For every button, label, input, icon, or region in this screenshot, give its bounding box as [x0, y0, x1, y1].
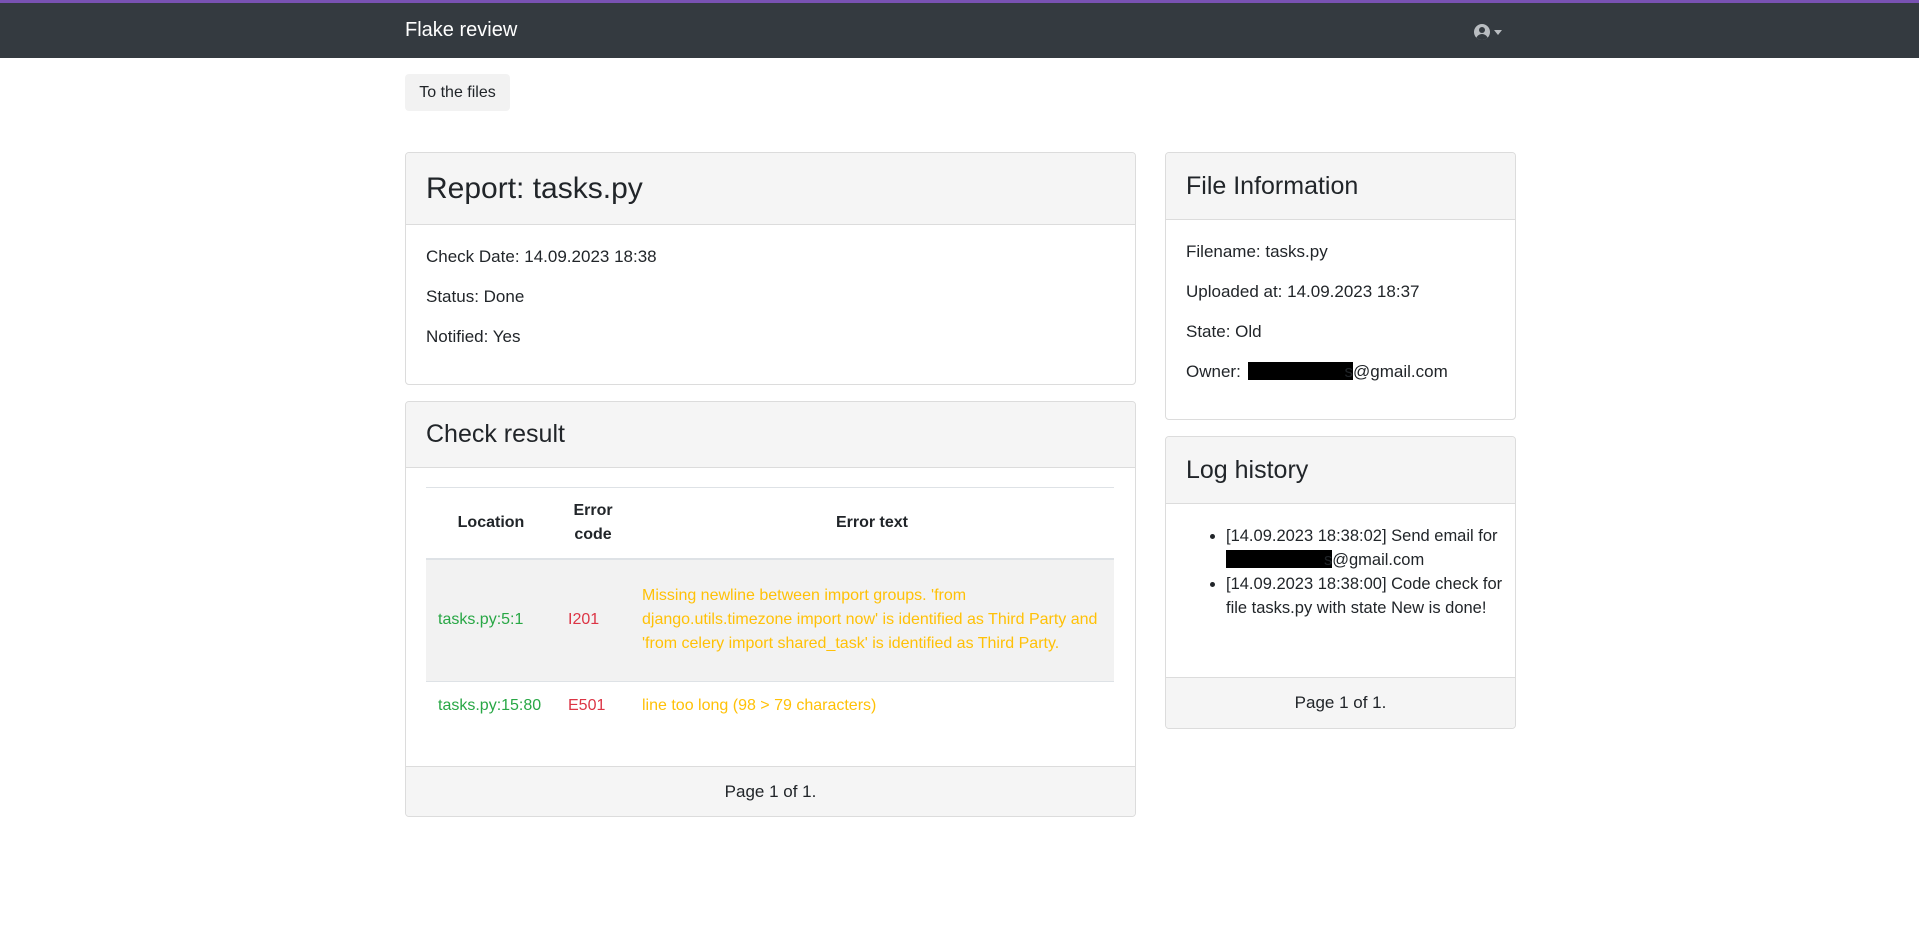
table-header-row: Location Error code Error text [426, 487, 1114, 560]
redacted-email-block [1226, 550, 1332, 568]
report-card-header: Report: tasks.py [406, 153, 1135, 225]
results-table: Location Error code Error text tasks.py:… [426, 487, 1114, 730]
owner-text: Owner: s@gmail.com [1186, 362, 1448, 382]
column-header-location: Location [426, 487, 556, 560]
check-result-card: Check result Location Error code Error t… [405, 401, 1136, 817]
status-text: Status: Done [426, 287, 525, 306]
file-info-card: File Information Filename: tasks.py Uplo… [1165, 152, 1516, 420]
error-code-cell: E501 [556, 680, 630, 730]
location-cell: tasks.py:5:1 [426, 558, 556, 681]
list-item: [14.09.2023 18:38:00] Code check for fil… [1226, 572, 1515, 620]
notified-text: Notified: Yes [426, 327, 521, 346]
column-header-error-code: Error code [556, 487, 630, 560]
log-history-pagination: Page 1 of 1. [1166, 677, 1515, 728]
log-history-card: Log history [14.09.2023 18:38:02] Send e… [1165, 436, 1516, 729]
user-circle-icon [1474, 24, 1490, 40]
user-menu-toggle[interactable] [1474, 22, 1510, 42]
log-history-header: Log history [1166, 437, 1515, 504]
file-info-title: File Information [1186, 171, 1359, 200]
brand-link[interactable]: Flake review [405, 19, 517, 42]
check-result-header: Check result [406, 402, 1135, 468]
owner-email-suffix: s@gmail.com [1344, 362, 1448, 381]
report-title: Report: tasks.py [426, 171, 643, 205]
filename-text: Filename: tasks.py [1186, 242, 1328, 261]
check-result-title: Check result [426, 420, 565, 448]
state-text: State: Old [1186, 322, 1262, 341]
column-header-error-text: Error text [630, 487, 1114, 560]
error-code-cell: I201 [556, 558, 630, 681]
table-row: tasks.py:15:80 E501 line too long (98 > … [426, 680, 1114, 730]
check-result-pagination: Page 1 of 1. [406, 766, 1135, 816]
check-date: Check Date: 14.09.2023 18:38 [426, 247, 657, 266]
uploaded-at-text: Uploaded at: 14.09.2023 18:37 [1186, 282, 1420, 301]
error-text-cell: Missing newline between import groups. '… [630, 558, 1114, 681]
log-entries: [14.09.2023 18:38:02] Send email for s@g… [1186, 524, 1515, 620]
list-item: [14.09.2023 18:38:02] Send email for s@g… [1226, 524, 1515, 572]
log-history-title: Log history [1186, 455, 1309, 484]
table-row: tasks.py:5:1 I201 Missing newline betwee… [426, 558, 1114, 681]
redacted-email-block [1247, 362, 1353, 380]
location-cell: tasks.py:15:80 [426, 680, 556, 730]
error-text-cell: line too long (98 > 79 characters) [630, 680, 1114, 730]
owner-label: Owner: [1186, 362, 1241, 381]
top-navbar: Flake review [0, 0, 1919, 58]
report-card: Report: tasks.py Check Date: 14.09.2023 … [405, 152, 1136, 385]
to-the-files-button[interactable]: To the files [405, 74, 510, 111]
file-info-header: File Information [1166, 153, 1515, 220]
caret-down-icon [1494, 29, 1502, 35]
